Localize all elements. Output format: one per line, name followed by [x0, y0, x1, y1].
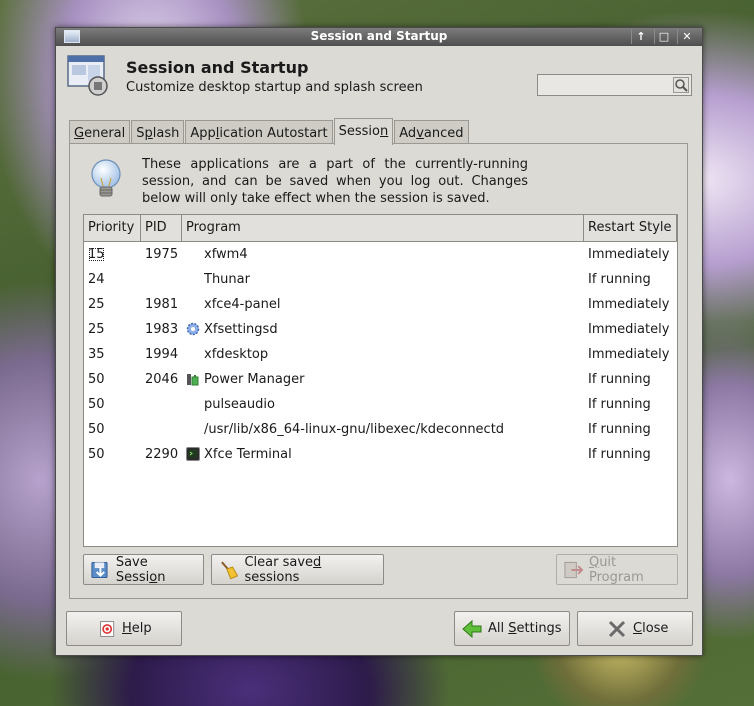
close-window-button[interactable]: ✕: [677, 29, 696, 44]
tab-general[interactable]: General: [69, 120, 131, 144]
restart-style-cell[interactable]: Immediately: [584, 242, 677, 267]
session-startup-window: Session and Startup ↑ □ ✕ Session and St…: [55, 27, 703, 656]
priority-cell[interactable]: 25: [84, 292, 141, 317]
restart-style-cell[interactable]: If running: [584, 417, 677, 442]
table-row[interactable]: 50 2290 Xfce Terminal If running: [84, 442, 677, 467]
close-icon: ✕: [682, 30, 692, 43]
priority-cell[interactable]: 50: [84, 367, 141, 392]
maximize-button[interactable]: □: [654, 29, 673, 44]
column-pid[interactable]: PID: [141, 215, 182, 241]
priority-cell[interactable]: 25: [84, 317, 141, 342]
pid-cell: [141, 392, 182, 417]
program-cell: pulseaudio: [204, 397, 275, 412]
search-icon[interactable]: [673, 77, 689, 93]
restart-style-cell[interactable]: If running: [584, 267, 677, 292]
help-icon: [100, 620, 115, 637]
all-settings-label: All Settings: [488, 621, 562, 636]
pid-cell: [141, 417, 182, 442]
tab-application-autostart[interactable]: Application Autostart: [185, 120, 333, 144]
table-row[interactable]: 24 Thunar If running: [84, 267, 677, 292]
arrow-up-icon: ↑: [636, 30, 646, 43]
program-cell: Power Manager: [204, 372, 305, 387]
pid-cell: 1994: [145, 347, 179, 362]
restart-style-cell[interactable]: If running: [584, 442, 677, 467]
session-panel: These applications are a part of the cur…: [69, 143, 688, 599]
table-row[interactable]: 50 pulseaudio If running: [84, 392, 677, 417]
power-manager-icon: [187, 374, 199, 386]
pid-cell: [141, 267, 182, 292]
maximize-icon: □: [658, 30, 670, 43]
program-cell: Xfsettingsd: [204, 322, 278, 337]
column-restart-style[interactable]: Restart Style: [584, 215, 677, 241]
table-row[interactable]: 15 1975 xfwm4 Immediately: [84, 242, 677, 267]
priority-cell[interactable]: 15: [88, 247, 105, 262]
column-priority[interactable]: Priority: [84, 215, 141, 241]
clear-saved-sessions-button[interactable]: Clear saved sessions: [211, 554, 384, 585]
broom-icon: [221, 561, 239, 579]
close-label: Close: [633, 621, 669, 636]
save-session-button[interactable]: Save Session: [83, 554, 204, 585]
table-row[interactable]: 25 1983 Xfsettingsd Immediately: [84, 317, 677, 342]
session-table: Priority PID Program Restart Style 15 19…: [83, 214, 678, 547]
pid-cell: 2290: [145, 447, 179, 462]
table-header: Priority PID Program Restart Style: [84, 215, 677, 242]
quit-program-icon: [564, 561, 584, 578]
program-cell: Thunar: [204, 272, 250, 287]
dialog-title: Session and Startup: [126, 58, 309, 77]
program-cell: xfwm4: [204, 247, 248, 262]
search-input[interactable]: [537, 74, 692, 96]
clear-saved-sessions-label: Clear saved sessions: [244, 554, 322, 585]
help-label: Help: [122, 621, 152, 636]
all-settings-button[interactable]: All Settings: [454, 611, 570, 646]
pid-cell: 1981: [145, 297, 179, 312]
table-row[interactable]: 35 1994 xfdesktop Immediately: [84, 342, 677, 367]
program-cell: xfce4-panel: [204, 297, 281, 312]
quit-program-label: Quit Program: [588, 554, 644, 585]
title-bar[interactable]: Session and Startup ↑ □ ✕: [56, 28, 702, 46]
back-arrow-icon: [462, 619, 482, 638]
save-icon: [91, 561, 108, 578]
pid-cell: 1983: [145, 322, 179, 337]
priority-cell[interactable]: 24: [84, 267, 141, 292]
lightbulb-icon: [91, 159, 121, 197]
pid-cell: 2046: [145, 372, 179, 387]
program-cell: Xfce Terminal: [204, 447, 292, 462]
terminal-icon: [186, 447, 200, 461]
save-session-label: Save Session: [115, 554, 166, 585]
column-program[interactable]: Program: [182, 215, 584, 241]
session-startup-icon: [67, 55, 108, 96]
priority-cell[interactable]: 50: [84, 392, 141, 417]
help-button[interactable]: Help: [66, 611, 182, 646]
restart-style-cell[interactable]: Immediately: [584, 317, 677, 342]
close-icon: [608, 620, 626, 637]
priority-cell[interactable]: 50: [84, 442, 141, 467]
restart-style-cell[interactable]: If running: [584, 367, 677, 392]
table-row[interactable]: 25 1981 xfce4-panel Immediately: [84, 292, 677, 317]
table-row[interactable]: 50 /usr/lib/x86_64-linux-gnu/libexec/kde…: [84, 417, 677, 442]
restart-style-cell[interactable]: If running: [584, 392, 677, 417]
program-cell: /usr/lib/x86_64-linux-gnu/libexec/kdecon…: [204, 422, 505, 437]
priority-cell[interactable]: 50: [84, 417, 141, 442]
quit-program-button[interactable]: Quit Program: [556, 554, 678, 585]
pid-cell: 1975: [145, 247, 179, 262]
session-info-text: These applications are a part of the cur…: [142, 157, 528, 206]
tab-advanced[interactable]: Advanced: [394, 120, 469, 144]
tab-session[interactable]: Session: [333, 118, 394, 145]
tab-splash[interactable]: Splash: [131, 120, 185, 144]
shade-button[interactable]: ↑: [631, 29, 650, 44]
window-title: Session and Startup: [310, 29, 448, 43]
gear-icon: [186, 322, 200, 336]
restart-style-cell[interactable]: Immediately: [584, 292, 677, 317]
dialog-subtitle: Customize desktop startup and splash scr…: [126, 80, 423, 95]
table-row[interactable]: 50 2046 Power Manager If running: [84, 367, 677, 392]
close-button[interactable]: Close: [577, 611, 693, 646]
program-cell: xfdesktop: [204, 347, 269, 362]
tab-bar: General Splash Application Autostart Ses…: [69, 118, 470, 145]
dialog-header: Session and Startup Customize desktop st…: [66, 52, 692, 108]
restart-style-cell[interactable]: Immediately: [584, 342, 677, 367]
priority-cell[interactable]: 35: [84, 342, 141, 367]
